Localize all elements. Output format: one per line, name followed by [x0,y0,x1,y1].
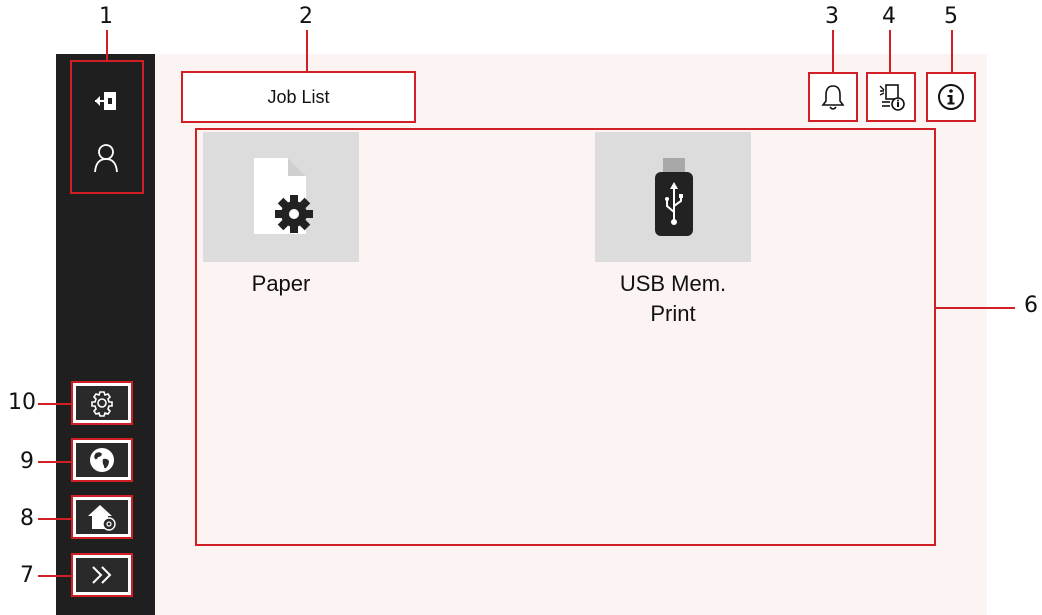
home-settings-icon [88,505,116,531]
callout-2: 2 [299,4,313,29]
paper-label: Paper [251,271,311,296]
callout-line-7 [38,575,71,577]
callout-10: 10 [8,390,36,415]
expand-button[interactable] [71,553,133,597]
logout-button[interactable] [80,80,132,122]
callout-line-9 [38,461,71,463]
callout-line-6 [935,307,1015,309]
callout-line-8 [38,518,71,520]
callout-line-1 [106,30,108,60]
callout-4: 4 [882,4,896,29]
callout-line-2 [306,30,308,71]
info-button[interactable] [926,72,976,122]
device-info-icon [879,84,905,111]
globe-icon [90,448,114,472]
user-button[interactable] [80,136,132,180]
usb-memory-icon [655,158,693,236]
settings-button[interactable] [71,381,133,425]
callout-9: 9 [20,449,34,474]
double-chevron-right-icon [92,566,112,584]
callout-5: 5 [944,4,958,29]
usb-print-label-line2: Print [650,300,696,326]
usb-print-tile[interactable] [595,132,751,262]
info-icon [938,84,964,110]
callout-line-5 [951,30,953,73]
home-settings-button[interactable] [71,495,133,539]
paper-settings-icon [254,158,313,234]
callout-8: 8 [20,506,34,531]
callout-line-4 [889,30,891,73]
usb-print-label-line1: USB Mem. [619,271,727,296]
notification-button[interactable] [808,72,858,122]
callout-1: 1 [99,4,113,29]
callout-line-3 [832,30,834,73]
gear-icon [91,391,113,417]
usb-print-label: USB Mem. Print [595,269,751,328]
language-button[interactable] [71,438,133,482]
device-info-button[interactable] [866,72,916,122]
callout-3: 3 [825,4,839,29]
callout-line-10 [38,403,71,405]
job-list-label: Job List [267,86,330,107]
logout-icon [95,92,116,110]
paper-tile[interactable] [203,132,359,262]
job-list-button[interactable]: Job List [181,71,416,123]
bell-icon [821,85,845,110]
callout-6: 6 [1024,293,1038,318]
user-icon [94,144,118,173]
callout-7: 7 [20,563,34,588]
